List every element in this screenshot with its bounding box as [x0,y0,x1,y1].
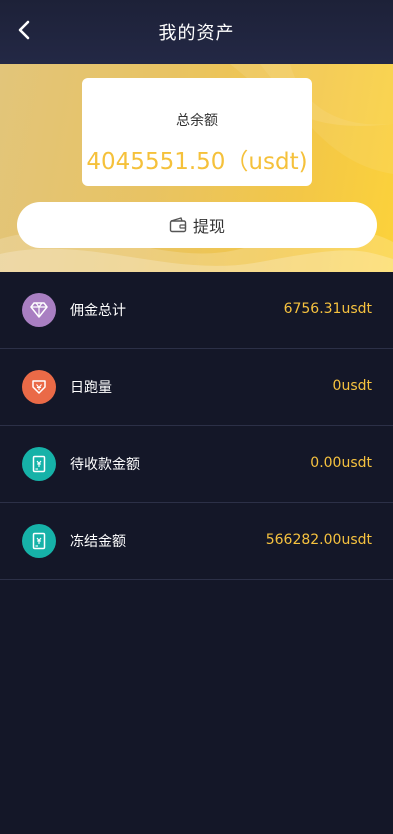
document-icon [22,524,56,558]
wallet-icon [169,217,187,233]
shield-icon [22,370,56,404]
asset-name: 冻结金额 [70,534,126,550]
asset-list: 佣金总计 6756.31usdt 日跑量 0usdt 待收款金额 0.00usd… [0,272,393,580]
chevron-left-icon [17,20,31,44]
asset-row-frozen-amount[interactable]: 冻结金额 566282.00usdt [0,503,393,580]
asset-name: 佣金总计 [70,303,126,319]
balance-card: 总余额 4045551.50（usdt) [82,78,312,186]
asset-row-daily-volume[interactable]: 日跑量 0usdt [0,349,393,426]
page-title: 我的资产 [158,23,235,44]
asset-value: 0.00usdt [310,455,372,471]
balance-banner: 总余额 4045551.50（usdt) 提现 [0,64,393,272]
asset-name: 日跑量 [70,380,112,396]
asset-name: 待收款金额 [70,457,140,473]
asset-value: 6756.31usdt [283,301,372,317]
asset-row-commission[interactable]: 佣金总计 6756.31usdt [0,272,393,349]
back-button[interactable] [8,16,40,48]
page: 我的资产 总余额 4045551.50（usdt) 提现 佣金总计 6756.3… [0,0,393,834]
asset-value: 566282.00usdt [265,532,372,548]
asset-row-pending-receivable[interactable]: 待收款金额 0.00usdt [0,426,393,503]
withdraw-label: 提现 [192,217,225,236]
total-balance-label: 总余额 [176,113,218,129]
withdraw-button[interactable]: 提现 [17,202,377,248]
asset-value: 0usdt [332,378,372,394]
diamond-icon [22,293,56,327]
total-balance-value: 4045551.50（usdt) [86,149,308,175]
header: 我的资产 [0,0,393,64]
document-icon [22,447,56,481]
